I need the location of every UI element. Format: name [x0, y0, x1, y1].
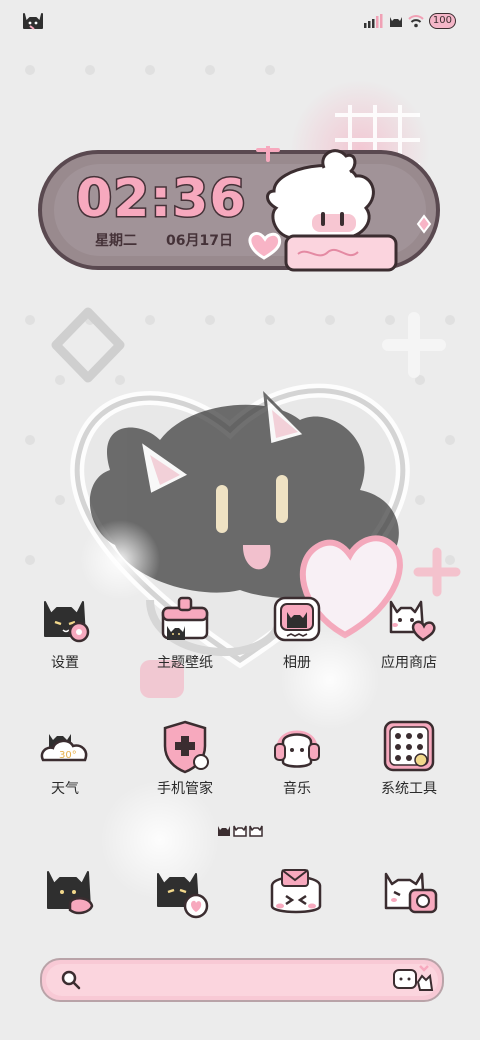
app-label: 音乐 [283, 781, 311, 797]
app-music[interactable]: 音乐 [242, 718, 352, 818]
dock-mail[interactable] [266, 862, 326, 922]
app-label: 系统工具 [381, 781, 437, 797]
cat-mascot-icon [393, 965, 434, 991]
clock-date: 06月17日 [166, 233, 233, 249]
signal-icon [363, 14, 383, 28]
phone-cat-icon [47, 871, 94, 915]
page-indicator[interactable] [216, 822, 264, 838]
dock-messages[interactable] [152, 862, 212, 922]
theme-wallpaper-icon [161, 596, 209, 640]
system-tools-icon [383, 720, 435, 772]
clock-weekday: 星期二 [95, 233, 137, 249]
search-bar[interactable] [40, 958, 444, 1002]
svg-text:30°: 30° [59, 750, 77, 761]
camera-cat-icon [384, 872, 438, 914]
clock-time: 02:36 [75, 168, 248, 231]
weather-icon: 30° [40, 734, 88, 762]
settings-cat-icon [44, 601, 90, 643]
music-icon [274, 730, 320, 768]
app-phone-manager[interactable]: 手机管家 [130, 718, 240, 818]
app-label: 天气 [51, 781, 79, 797]
phone-manager-icon [163, 720, 209, 774]
dock-phone[interactable] [40, 862, 100, 922]
status-bar: 100 [0, 0, 480, 40]
search-icon[interactable] [60, 969, 82, 991]
app-system-tools[interactable]: 系统工具 [354, 718, 464, 818]
app-store[interactable]: 应用商店 [354, 592, 464, 692]
app-theme-wallpaper[interactable]: 主题壁纸 [130, 592, 240, 692]
gallery-icon [273, 596, 321, 642]
messages-cat-icon [157, 873, 209, 919]
wifi-icon [408, 15, 424, 28]
battery-indicator: 100 [428, 13, 456, 29]
dock-camera[interactable] [380, 862, 440, 922]
app-label: 应用商店 [381, 655, 437, 671]
app-label: 相册 [283, 655, 311, 671]
mail-cat-icon [270, 869, 322, 914]
cat-status-icon [389, 17, 402, 27]
search-input[interactable] [46, 964, 438, 996]
app-label: 设置 [51, 655, 79, 671]
cat-notification-icon [23, 13, 43, 30]
app-label: 手机管家 [157, 781, 213, 797]
app-store-icon [389, 600, 436, 642]
app-settings[interactable]: 设置 [10, 592, 120, 692]
app-gallery[interactable]: 相册 [242, 592, 352, 692]
app-weather[interactable]: 30° 天气 [10, 718, 120, 818]
app-label: 主题壁纸 [157, 655, 213, 671]
status-icons: 100 [363, 10, 456, 32]
